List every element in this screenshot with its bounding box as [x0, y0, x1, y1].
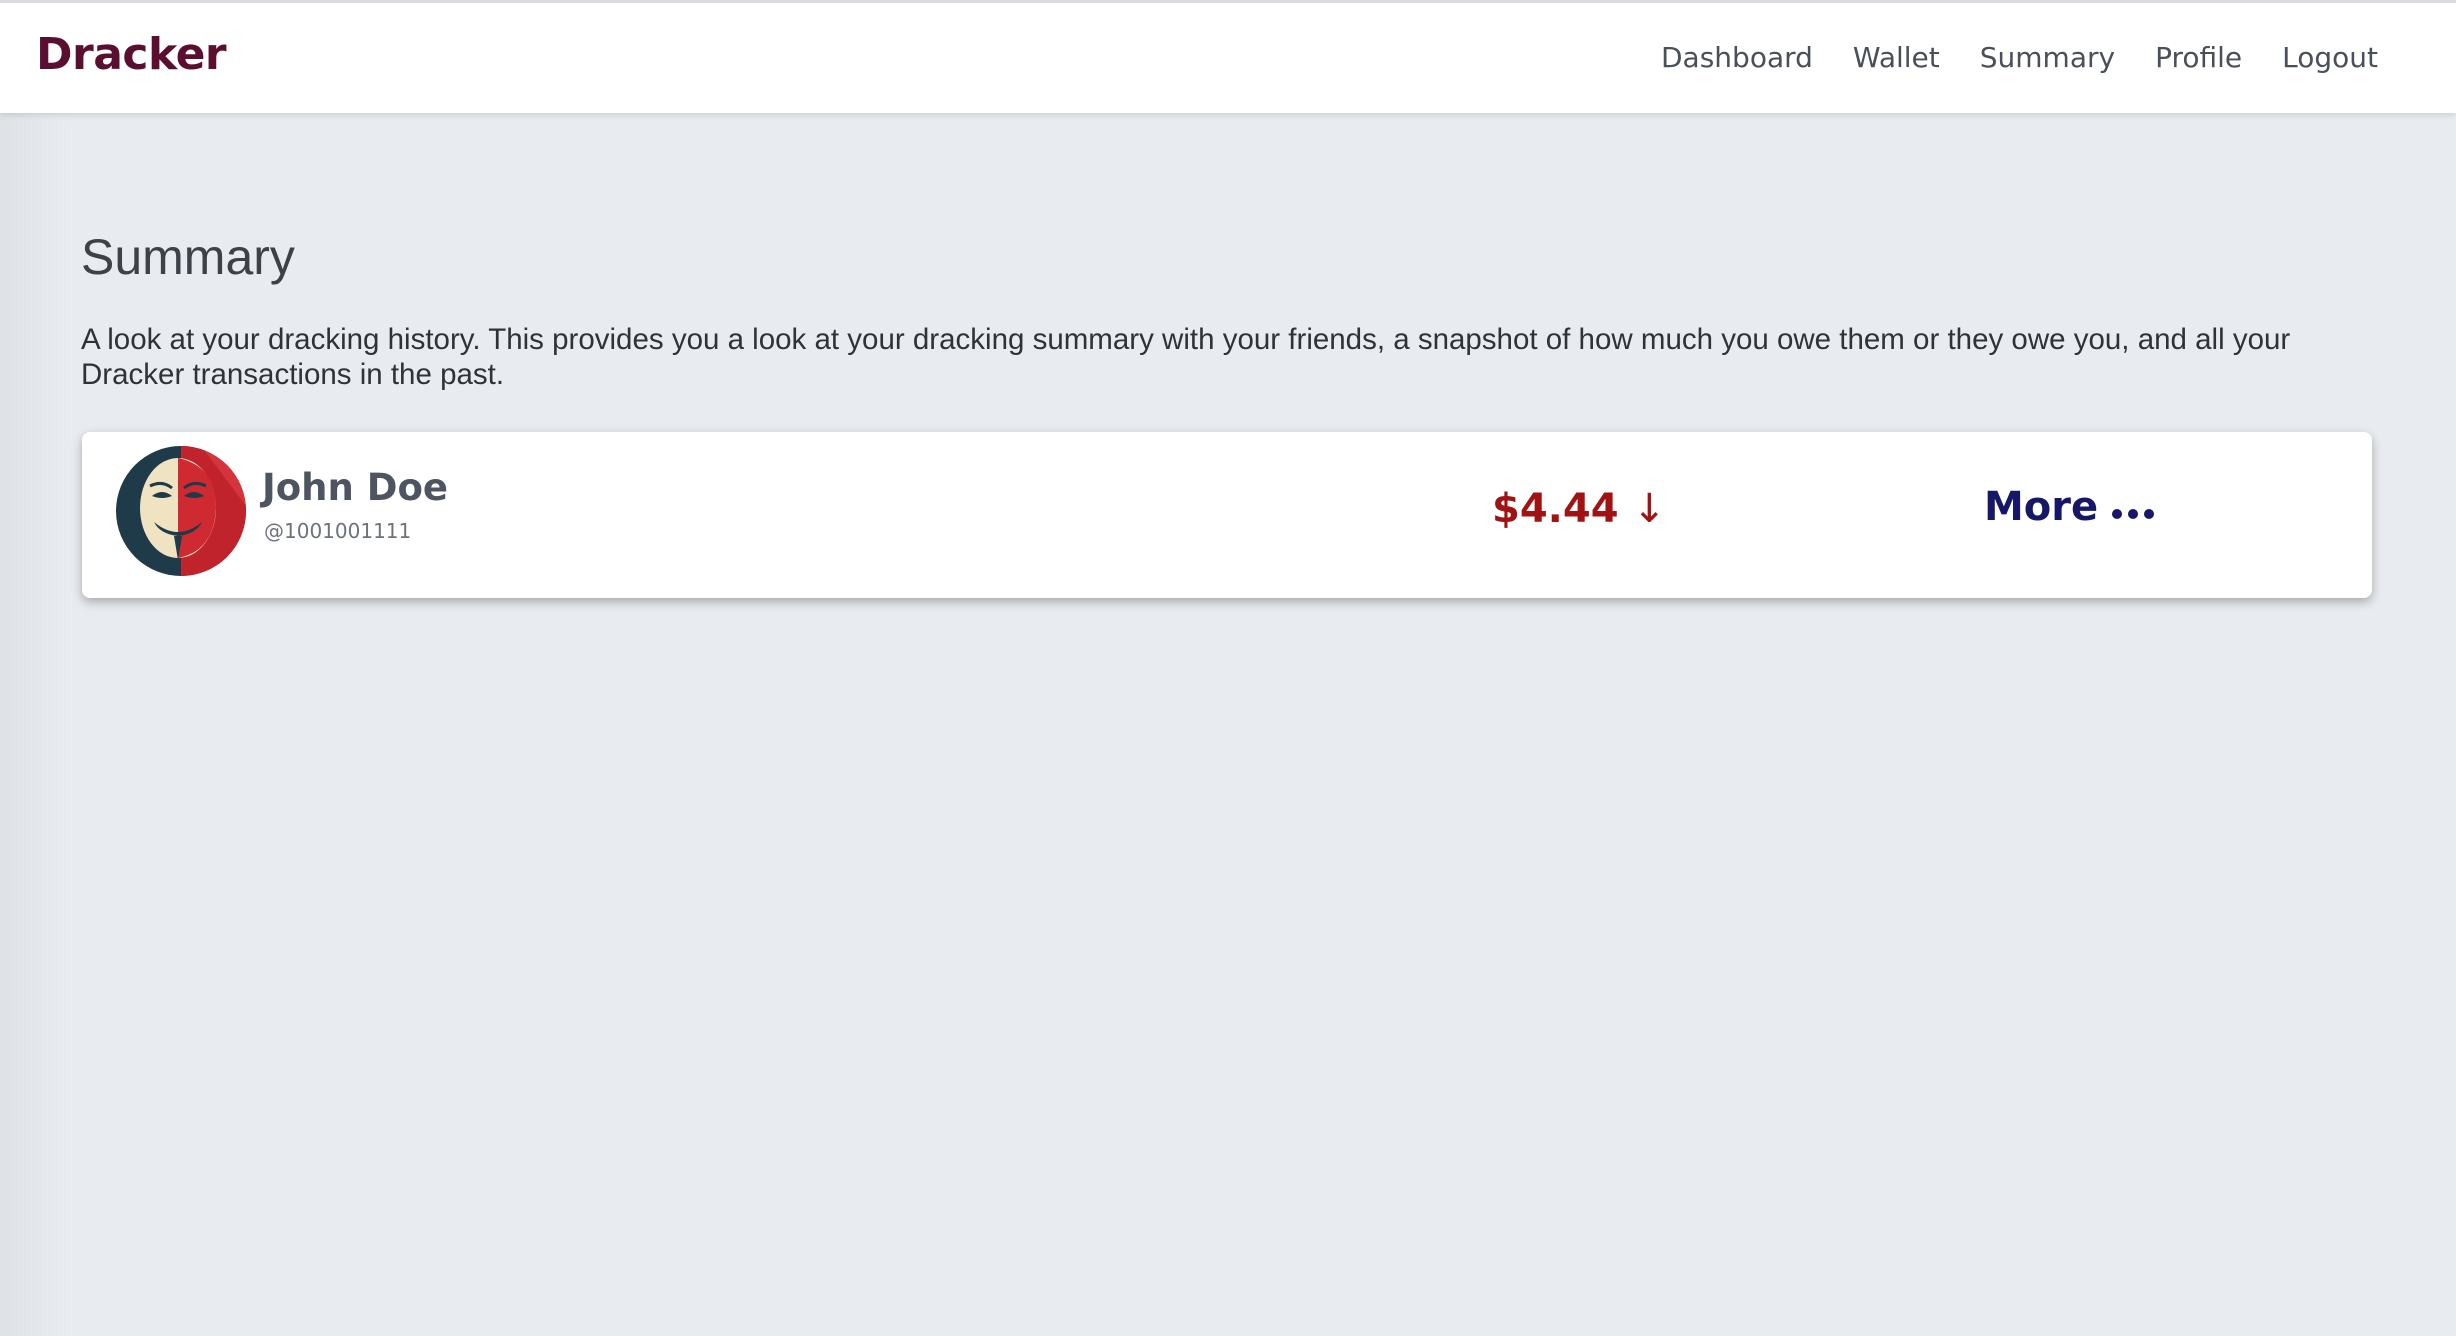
- page-title: Summary: [81, 229, 295, 285]
- friend-name[interactable]: John Doe: [262, 466, 448, 509]
- nav-dashboard[interactable]: Dashboard: [1661, 41, 1813, 74]
- friend-handle: @1001001111: [264, 519, 412, 543]
- nav-wallet[interactable]: Wallet: [1853, 41, 1940, 74]
- balance-amount: $4.44 ↓: [1492, 486, 1666, 532]
- balance-value: $4.44: [1492, 486, 1619, 532]
- mask-avatar-icon: [116, 446, 246, 576]
- main-nav: Dashboard Wallet Summary Profile Logout: [1661, 41, 2378, 74]
- top-navbar: Dracker Dashboard Wallet Summary Profile…: [0, 0, 2456, 113]
- nav-summary[interactable]: Summary: [1980, 41, 2115, 74]
- page-edge-shadow: [0, 113, 70, 1336]
- arrow-down-icon: ↓: [1632, 486, 1667, 532]
- avatar[interactable]: [116, 446, 246, 576]
- friend-summary-card[interactable]: John Doe @1001001111 $4.44 ↓ More: [82, 432, 2372, 598]
- brand-logo[interactable]: Dracker: [36, 29, 227, 80]
- more-button[interactable]: More: [1984, 484, 2155, 530]
- page-description: A look at your dracking history. This pr…: [81, 323, 2291, 391]
- more-label[interactable]: More: [1984, 484, 2098, 530]
- ellipsis-icon[interactable]: [2112, 509, 2155, 519]
- nav-logout[interactable]: Logout: [2282, 41, 2378, 74]
- nav-profile[interactable]: Profile: [2155, 41, 2242, 74]
